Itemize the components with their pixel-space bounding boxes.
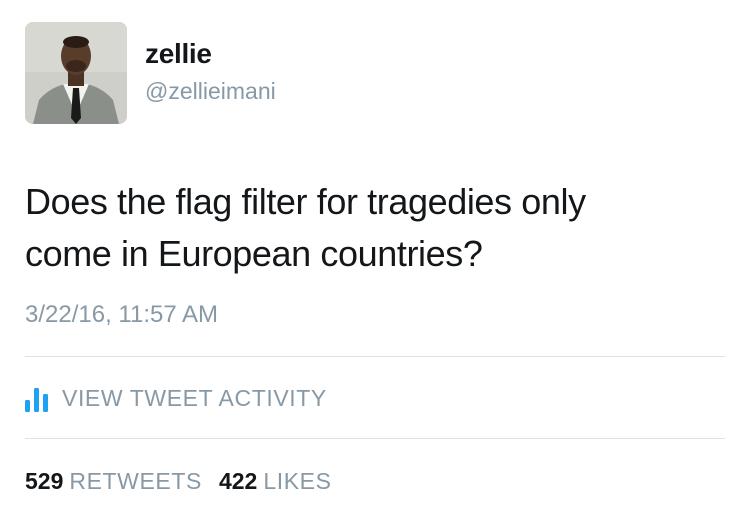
tweet-timestamp: 3/22/16, 11:57 AM	[25, 301, 219, 328]
likes-label: LIKES	[263, 468, 332, 494]
likes-stat[interactable]: 422 LIKES	[219, 468, 332, 495]
retweets-label: RETWEETS	[69, 468, 202, 494]
retweets-count: 529	[25, 468, 64, 494]
avatar[interactable]	[25, 22, 127, 124]
divider	[25, 438, 725, 439]
tweet-text-line: Does the flag filter for tragedies only	[25, 181, 586, 222]
tweet-text: Does the flag filter for tragedies only …	[25, 176, 715, 280]
retweets-stat[interactable]: 529 RETWEETS	[25, 468, 202, 495]
bar-chart-icon	[25, 388, 48, 412]
user-handle[interactable]: @zellieimani	[145, 78, 276, 105]
tweet-stats: 529 RETWEETS 422 LIKES	[25, 468, 332, 495]
avatar-photo	[25, 22, 127, 124]
tweet-card: zellie @zellieimani Does the flag filter…	[0, 0, 732, 522]
divider	[25, 356, 725, 357]
display-name[interactable]: zellie	[145, 38, 212, 70]
view-tweet-activity-button[interactable]: VIEW TWEET ACTIVITY	[25, 381, 327, 415]
tweet-text-line: come in European countries?	[25, 233, 483, 274]
likes-count: 422	[218, 468, 258, 494]
view-tweet-activity-label: VIEW TWEET ACTIVITY	[62, 384, 327, 411]
